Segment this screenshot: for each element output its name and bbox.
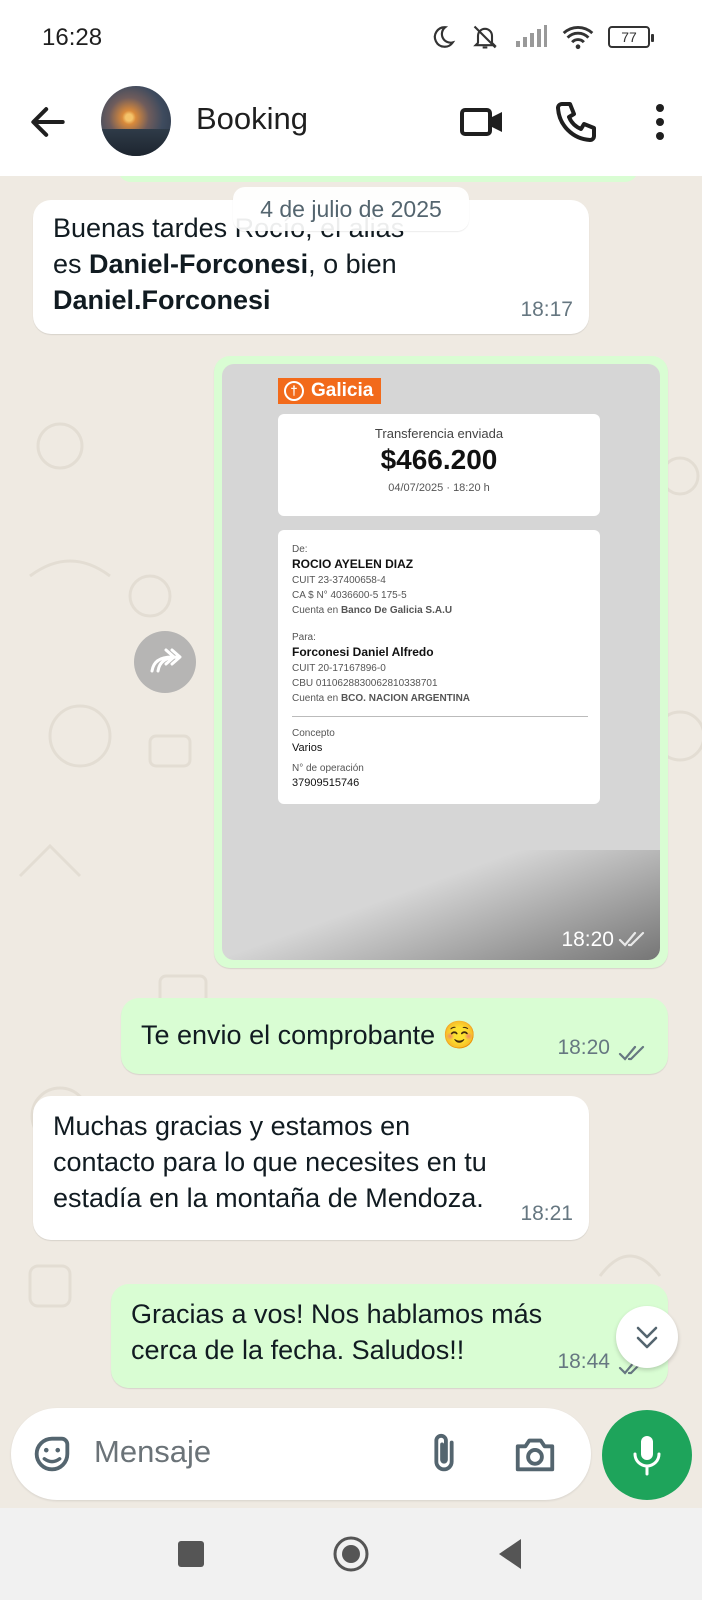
recents-icon[interactable] (171, 1534, 211, 1574)
receipt-datetime: 04/07/2025 · 18:20 h (388, 482, 490, 494)
to-cbu: CBU 0110628830062810338701 (292, 678, 438, 689)
forward-icon (150, 648, 182, 673)
operation-number: 37909515746 (292, 777, 360, 789)
navigation-bar (0, 1508, 702, 1600)
sticker-icon[interactable] (29, 1431, 75, 1477)
receipt-image[interactable]: † Galicia Transferencia enviada $466.200… (222, 364, 660, 960)
avatar[interactable] (101, 86, 171, 156)
from-name: ROCIO AYELEN DIAZ (292, 557, 414, 571)
battery-level: 77 (621, 29, 637, 45)
message-text: Te envio el comprobante ☺️ (141, 1020, 477, 1050)
message-time: 18:20 (561, 928, 614, 951)
incoming-message[interactable]: Muchas gracias y estamos en contacto par… (33, 1096, 589, 1240)
galicia-logo-mark: † (284, 381, 304, 401)
to-bank-line: Cuenta en BCO. NACION ARGENTINA (292, 693, 471, 704)
to-name: Forconesi Daniel Alfredo (292, 645, 434, 659)
mic-button[interactable] (602, 1410, 692, 1500)
operation-label: N° de operación (292, 763, 364, 774)
battery-icon: 77 (608, 26, 654, 48)
read-ticks-icon (618, 931, 645, 947)
contact-name[interactable]: Booking (196, 101, 308, 137)
message-line: es Daniel-Forconesi, o bien (53, 249, 397, 279)
image-message[interactable]: † Galicia Transferencia enviada $466.200… (214, 356, 668, 968)
from-cuit: CUIT 23-37400658-4 (292, 575, 386, 586)
back-arrow-icon[interactable] (26, 100, 70, 144)
read-ticks-icon (618, 1045, 645, 1061)
wifi-icon (562, 26, 594, 50)
alias-1: Daniel-Forconesi (89, 249, 309, 279)
to-cuit: CUIT 20-17167896-0 (292, 663, 386, 674)
status-time: 16:28 (42, 24, 103, 51)
moon-icon (433, 26, 456, 48)
message-line: contacto para lo que necesites en tu (53, 1147, 487, 1177)
camera-icon[interactable] (512, 1431, 558, 1477)
message-line: Daniel.Forconesi (53, 282, 404, 318)
from-label: De: (292, 544, 308, 555)
message-input[interactable]: Mensaje (94, 1434, 211, 1470)
phone-icon[interactable] (552, 98, 600, 146)
message-time: 18:20 (557, 1036, 610, 1059)
message-line: Muchas gracias y estamos en (53, 1111, 411, 1141)
receipt-summary-card: Transferencia enviada $466.200 04/07/202… (278, 414, 600, 516)
status-bar: 16:28 77 (0, 0, 702, 76)
outgoing-message[interactable]: Gracias a vos! Nos hablamos más cerca de… (111, 1284, 668, 1388)
message-line: Gracias a vos! Nos hablamos más (131, 1299, 543, 1329)
receipt-amount: $466.200 (380, 444, 498, 475)
receipt-title: Transferencia enviada (374, 426, 504, 441)
receipt-detail-card: De: ROCIO AYELEN DIAZ CUIT 23-37400658-4… (278, 530, 600, 804)
message-time: 18:17 (520, 298, 573, 321)
status-icons: 77 (430, 22, 654, 52)
forward-button[interactable] (134, 631, 196, 693)
scroll-to-bottom-button[interactable] (616, 1306, 678, 1368)
more-options-icon[interactable] (636, 98, 684, 146)
concept-value: Varios (292, 742, 323, 754)
to-label: Para: (292, 632, 316, 643)
previous-message-edge (118, 176, 638, 182)
message-line: cerca de la fecha. Saludos!! (131, 1335, 465, 1365)
from-bank-line: Cuenta en Banco De Galicia S.A.U (292, 605, 453, 616)
video-call-icon[interactable] (458, 98, 506, 146)
message-time: 18:21 (520, 1202, 573, 1225)
to-bank: BCO. NACION ARGENTINA (340, 693, 471, 704)
chat-header: Booking (0, 76, 702, 176)
concept-label: Concepto (292, 728, 335, 739)
from-account: CA $ N° 4036600-5 175-5 (292, 590, 407, 601)
outgoing-message[interactable]: Te envio el comprobante ☺️ 18:20 (121, 998, 668, 1074)
date-chip: 4 de julio de 2025 (233, 187, 469, 231)
attach-icon[interactable] (421, 1431, 467, 1477)
message-input-pill[interactable]: Mensaje (11, 1408, 591, 1500)
message-text: Muchas gracias y estamos en contacto par… (53, 1108, 487, 1216)
chat-area[interactable]: Buenas tardes Rocío, el alias es Daniel-… (0, 176, 702, 1408)
mute-icon (473, 25, 497, 49)
home-icon[interactable] (331, 1534, 371, 1574)
galicia-logo: † Galicia (278, 378, 382, 404)
from-bank: Banco De Galicia S.A.U (340, 605, 453, 616)
receipt-divider (292, 716, 588, 717)
alias-2: Daniel.Forconesi (53, 285, 271, 315)
message-line: estadía en la montaña de Mendoza. (53, 1183, 484, 1213)
mic-icon (633, 1436, 661, 1476)
message-text: Gracias a vos! Nos hablamos más cerca de… (131, 1296, 542, 1368)
back-nav-icon[interactable] (491, 1534, 531, 1574)
signal-icon (516, 25, 547, 47)
double-chevron-down-icon (636, 1326, 658, 1349)
composer: Mensaje (0, 1408, 702, 1508)
message-time: 18:44 (557, 1350, 610, 1373)
